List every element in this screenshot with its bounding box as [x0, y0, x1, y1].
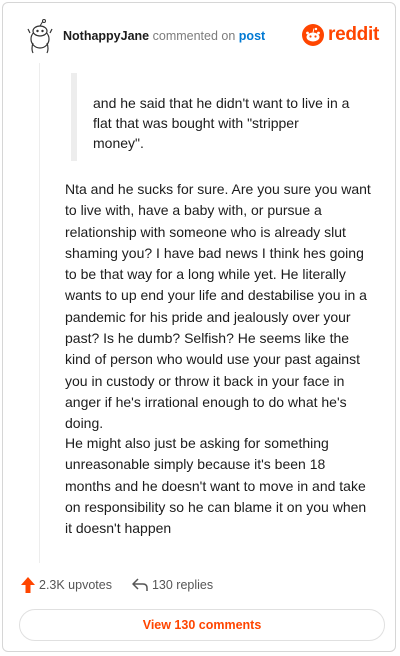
body-line: wants to up end your life and destabilis…	[65, 287, 367, 304]
view-comments-button[interactable]: View 130 comments	[19, 609, 385, 641]
reply-count: 130 replies	[151, 578, 214, 592]
reddit-logo[interactable]: reddit	[302, 21, 379, 49]
comment-paragraph-1: Nta and he sucks for sure. Are you sure …	[65, 179, 385, 435]
body-line: He might also just be asking for somethi…	[65, 435, 329, 451]
reply-arrow-icon	[132, 578, 148, 591]
body-line: doing.	[65, 415, 104, 432]
quote-line: money".	[93, 135, 144, 151]
upvote-count: 2.3K upvotes	[39, 578, 112, 592]
body-line: on responsibility so he can blame it on …	[65, 498, 367, 515]
comment-footer: 2.3K upvotes 130 replies	[21, 575, 233, 595]
username-link[interactable]: NothappyJane	[63, 29, 149, 43]
body-line: anger if he's irrational enough to do wh…	[65, 393, 347, 410]
quote-line: flat that was bought with "stripper	[93, 115, 299, 131]
replies-button[interactable]: 130 replies	[132, 578, 213, 592]
body-line: to be that way for a long while yet. He …	[65, 266, 346, 283]
body-line: unreasonable simply because it's been 18	[65, 456, 326, 473]
body-line: kind of person who would use your past a…	[65, 351, 360, 368]
reddit-wordmark: reddit	[328, 24, 379, 45]
body-line: months and he doesn't want to move in an…	[65, 477, 366, 494]
commented-on-label: commented on	[152, 29, 236, 43]
body-line: to live with, have a baby with, or pursu…	[65, 202, 322, 219]
blockquote-bar	[71, 73, 77, 161]
upvote-arrow-icon	[21, 577, 35, 593]
comment-card: NothappyJane commented on post reddit an…	[2, 2, 396, 652]
comment-header: NothappyJane commented on post reddit	[23, 19, 379, 55]
quote-line: and he said that he didn't want to live …	[93, 95, 350, 111]
body-line: you in custody or throw it back in your …	[65, 372, 345, 389]
upvote-button[interactable]: 2.3K upvotes	[21, 577, 112, 593]
body-line: pandemic for his pride and jealously ove…	[65, 308, 351, 325]
body-line: relationship with someone who is already…	[65, 223, 346, 240]
snoo-avatar-icon[interactable]	[23, 19, 57, 55]
body-line: shaming you? I have bad news I think hes…	[65, 244, 364, 261]
body-line: Nta and he sucks for sure. Are you sure …	[65, 181, 371, 197]
thread-line	[39, 63, 40, 563]
body-line: it doesn't happen	[65, 520, 172, 537]
comment-paragraph-2: He might also just be asking for somethi…	[65, 433, 385, 539]
post-link[interactable]: post	[239, 29, 265, 43]
body-line: past? Is he dumb? Selfish? He seems like…	[65, 330, 350, 347]
byline: NothappyJane commented on post	[63, 29, 265, 43]
reddit-snoo-icon	[302, 24, 325, 46]
blockquote-text: and he said that he didn't want to live …	[93, 93, 383, 153]
